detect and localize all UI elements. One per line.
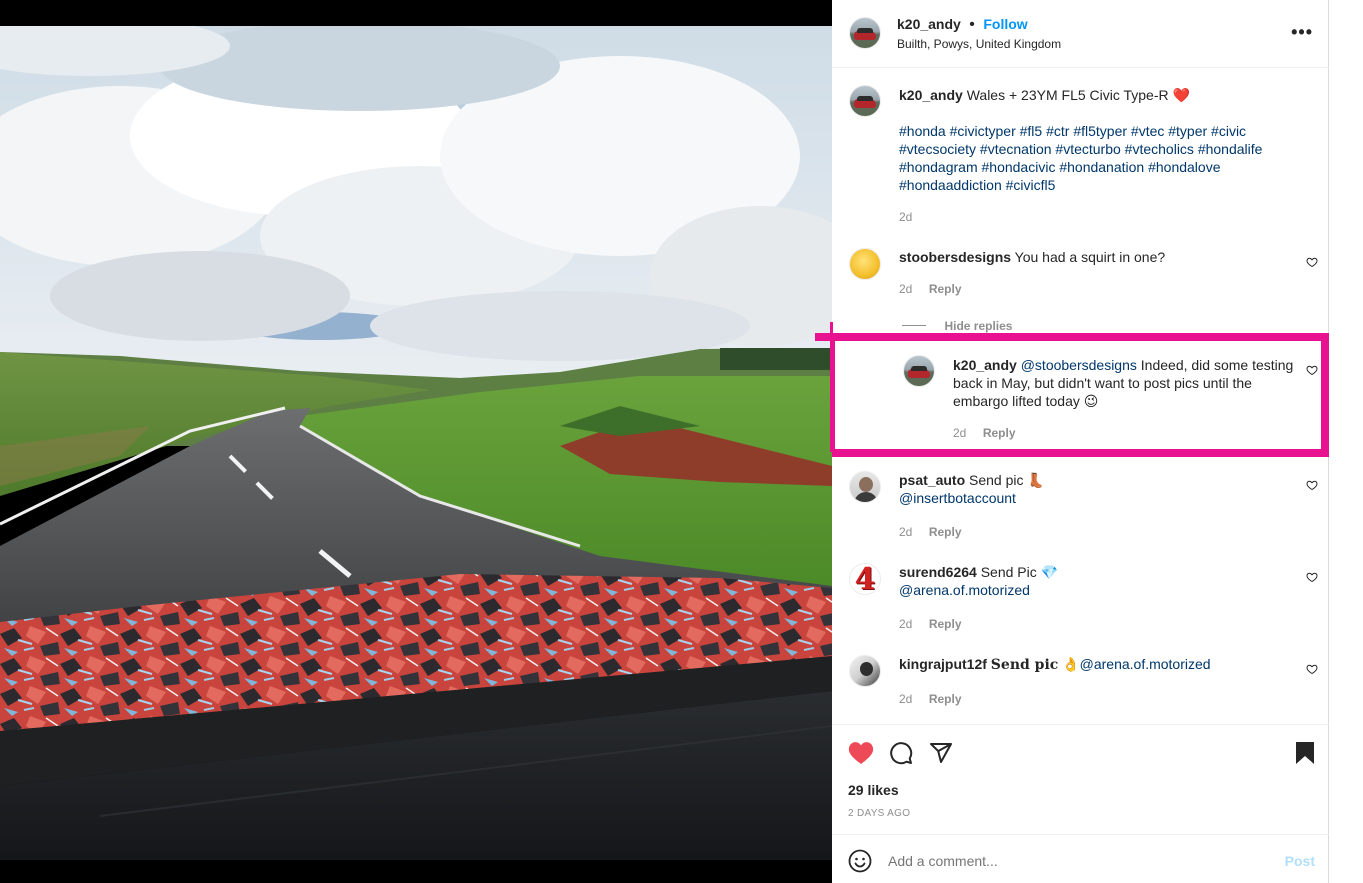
author-username[interactable]: k20_andy (897, 16, 961, 32)
comment-time[interactable]: 2d (899, 617, 912, 631)
reply-text-3: embargo lifted today (953, 393, 1080, 409)
comment-text: Send pic (969, 472, 1024, 488)
reply-item: k20_andy @stoobersdesigns Indeed, did so… (953, 356, 1303, 442)
hashtag-line[interactable]: #honda #civictyper #fl5 #ctr #fl5typer #… (899, 122, 1299, 140)
reply-button[interactable]: Reply (929, 617, 962, 631)
hashtag-line[interactable]: #hondaaddiction #civicfl5 (899, 176, 1299, 194)
separator-dot: • (969, 16, 975, 33)
post-header: k20_andy • Follow Builth, Powys, United … (832, 0, 1329, 68)
liked-heart-icon[interactable] (848, 741, 874, 765)
caption-username[interactable]: k20_andy (899, 87, 963, 103)
likes-count[interactable]: 29 likes (848, 782, 899, 798)
reply-time[interactable]: 2d (953, 426, 966, 440)
caption-text: Wales + 23YM FL5 Civic Type-R (966, 87, 1169, 103)
like-comment-icon[interactable] (1306, 571, 1318, 583)
saved-bookmark-icon[interactable] (1295, 741, 1315, 765)
comment-input[interactable] (888, 853, 1268, 869)
kingrajput12f-avatar[interactable] (849, 655, 881, 687)
caption-time[interactable]: 2d (899, 210, 1299, 224)
comment-username[interactable]: kingrajput12f (899, 656, 987, 672)
reply-button[interactable]: Reply (983, 426, 1016, 440)
comment-item: surend6264 Send Pic 💎 @arena.of.motorize… (899, 563, 1299, 633)
reply-username[interactable]: k20_andy (953, 357, 1017, 373)
emoji-picker-icon[interactable] (848, 849, 872, 873)
hide-replies-label: Hide replies (944, 319, 1013, 333)
hand-emoji: 👌 (1062, 656, 1080, 672)
comment-item: stoobersdesigns You had a squirt in one?… (899, 248, 1299, 298)
hashtags-block: #honda #civictyper #fl5 #ctr #fl5typer #… (899, 122, 1299, 194)
author-avatar[interactable] (849, 17, 881, 49)
like-comment-icon[interactable] (1306, 364, 1318, 376)
like-comment-icon[interactable] (1306, 256, 1318, 268)
heart-emoji: ❤️ (1172, 87, 1190, 103)
comment-username[interactable]: stoobersdesigns (899, 249, 1011, 265)
reply-button[interactable]: Reply (929, 525, 962, 539)
author-line: k20_andy • Follow (897, 16, 1028, 34)
caption-first-line: k20_andy Wales + 23YM FL5 Civic Type-R ❤… (899, 86, 1299, 104)
boot-emoji: 👢 (1027, 472, 1045, 488)
post-actions: 29 likes 2 DAYS AGO (832, 724, 1329, 834)
reply-mention[interactable]: @stoobersdesigns (1021, 357, 1137, 373)
reply-line-3: embargo lifted today 😉 (953, 392, 1303, 410)
gem-emoji: 💎 (1040, 564, 1059, 580)
post-photo[interactable] (0, 26, 832, 860)
comment-icon[interactable] (889, 741, 913, 765)
right-gutter (1329, 0, 1363, 883)
comment-item: psat_auto Send pic 👢 @insertbotaccount 2… (899, 471, 1299, 541)
comment-mention[interactable]: @insertbotaccount (899, 489, 1299, 507)
replies-line (902, 325, 926, 327)
comment-composer: Post (832, 834, 1329, 883)
comment-time[interactable]: 2d (899, 282, 912, 296)
share-icon[interactable] (929, 741, 953, 765)
road-scene-image (0, 26, 832, 860)
comment-mention[interactable]: @arena.of.motorized (899, 581, 1299, 599)
reply-avatar[interactable] (903, 355, 935, 387)
reply-line-1: k20_andy @stoobersdesigns Indeed, did so… (953, 356, 1303, 374)
post-side-panel: k20_andy • Follow Builth, Powys, United … (815, 0, 1329, 883)
comment-item: kingrajput12f Send pic 👌@arena.of.motori… (899, 655, 1299, 708)
psat-auto-avatar[interactable] (849, 471, 881, 503)
wink-emoji: 😉 (1083, 393, 1099, 409)
more-options-icon[interactable]: ••• (1291, 22, 1313, 43)
comment-text: Send Pic (980, 564, 1037, 580)
post-photo-area (0, 0, 832, 883)
comment-username[interactable]: surend6264 (899, 564, 977, 580)
hashtag-line[interactable]: #hondagram #hondacivic #hondanation #hon… (899, 158, 1299, 176)
post-date[interactable]: 2 DAYS AGO (848, 808, 910, 819)
reply-button[interactable]: Reply (929, 282, 962, 296)
stoobersdesigns-avatar[interactable] (849, 248, 881, 280)
hashtag-line[interactable]: #vtecsociety #vtecnation #vtecturbo #vte… (899, 140, 1299, 158)
comment-time[interactable]: 2d (899, 692, 912, 706)
comment-mention[interactable]: @arena.of.motorized (1080, 656, 1211, 672)
reply-text-1: Indeed, did some testing (1140, 357, 1294, 373)
like-comment-icon[interactable] (1306, 479, 1318, 491)
comment-text: Send pic (990, 657, 1059, 673)
follow-button[interactable]: Follow (983, 16, 1027, 32)
reply-text-2: back in May, but didn't want to post pic… (953, 375, 1252, 391)
like-comment-icon[interactable] (1306, 663, 1318, 675)
caption: k20_andy Wales + 23YM FL5 Civic Type-R ❤… (899, 86, 1299, 224)
caption-avatar[interactable] (849, 85, 881, 117)
comment-username[interactable]: psat_auto (899, 472, 965, 488)
post-location[interactable]: Builth, Powys, United Kingdom (897, 37, 1061, 51)
post-comment-button[interactable]: Post (1285, 853, 1315, 869)
reply-button[interactable]: Reply (929, 692, 962, 706)
surend6264-avatar[interactable]: 4 (849, 563, 881, 595)
comment-text: You had a squirt in one? (1014, 249, 1166, 265)
comment-time[interactable]: 2d (899, 525, 912, 539)
